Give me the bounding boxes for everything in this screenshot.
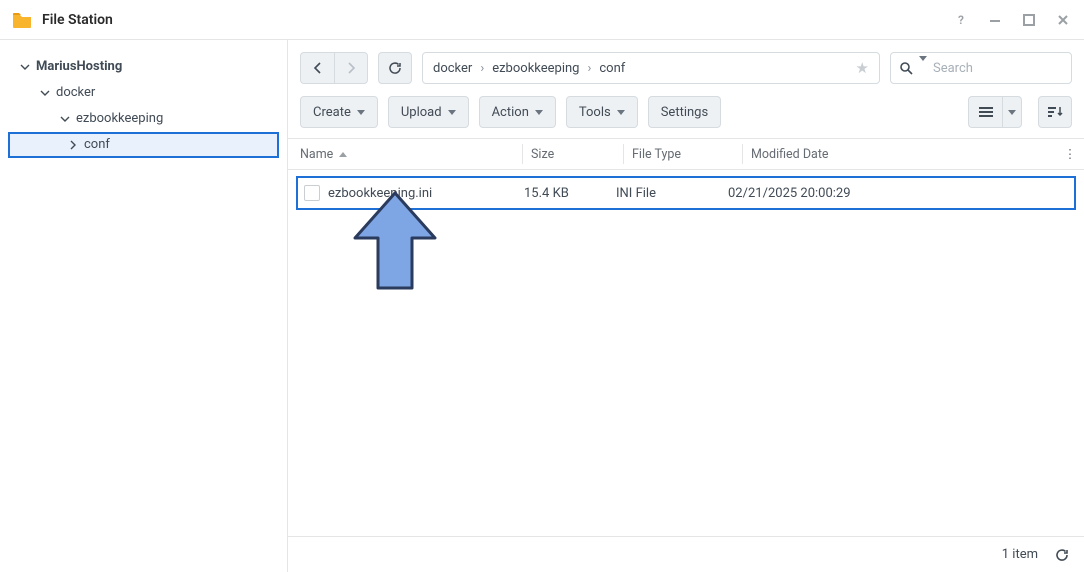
search-icon — [899, 61, 913, 75]
tree-item-ezbookkeeping[interactable]: ezbookkeeping — [0, 106, 287, 132]
column-label: File Type — [632, 147, 681, 162]
search-input[interactable] — [933, 61, 1084, 76]
button-label: Upload — [401, 105, 442, 120]
row-checkbox[interactable] — [304, 185, 320, 201]
column-separator — [623, 144, 624, 164]
status-bar: 1 item — [288, 536, 1084, 572]
chevron-down-icon — [1008, 110, 1016, 115]
file-row[interactable]: ezbookkeeping.ini 15.4 KB INI File 02/21… — [298, 178, 1074, 208]
file-list-header: Name Size File Type Modified Date ⋮ — [288, 138, 1084, 170]
file-name: ezbookkeeping.ini — [328, 186, 524, 201]
star-icon[interactable]: ★ — [856, 59, 869, 77]
breadcrumb[interactable]: docker › ezbookkeeping › conf ★ — [422, 52, 880, 84]
view-mode-group — [968, 96, 1022, 128]
app-title: File Station — [42, 12, 952, 28]
tree-item-label: docker — [56, 80, 95, 106]
tree-root[interactable]: MariusHosting — [0, 54, 287, 80]
view-mode-dropdown[interactable] — [1002, 96, 1022, 128]
file-modified: 02/21/2025 20:00:29 — [728, 186, 1074, 201]
sort-asc-icon — [339, 152, 347, 157]
view-list-button[interactable] — [968, 96, 1002, 128]
column-menu-button[interactable]: ⋮ — [1056, 146, 1084, 162]
file-panel: docker › ezbookkeeping › conf ★ Create — [288, 40, 1084, 572]
column-header-name[interactable]: Name — [300, 147, 522, 162]
chevron-down-icon[interactable] — [40, 88, 50, 98]
nav-buttons — [300, 52, 368, 84]
column-header-size[interactable]: Size — [531, 147, 623, 162]
chevron-right-icon: › — [480, 61, 484, 76]
button-label: Create — [313, 105, 351, 120]
close-icon[interactable] — [1054, 11, 1072, 29]
svg-text:?: ? — [958, 13, 964, 27]
folder-tree: MariusHosting docker ezbookkeeping conf — [0, 40, 288, 572]
button-label: Settings — [661, 105, 708, 120]
chevron-down-icon[interactable] — [20, 62, 30, 72]
chevron-right-icon[interactable] — [68, 140, 78, 150]
tree-item-docker[interactable]: docker — [0, 80, 287, 106]
column-label: Name — [300, 147, 333, 162]
column-header-modified[interactable]: Modified Date — [751, 147, 1056, 162]
chevron-down-icon[interactable] — [919, 61, 927, 76]
path-segment[interactable]: conf — [599, 61, 625, 76]
column-label: Modified Date — [751, 147, 829, 162]
app-folder-icon — [12, 10, 32, 30]
chevron-right-icon: › — [587, 61, 591, 76]
path-segment[interactable]: docker — [433, 61, 472, 76]
chevron-down-icon — [535, 110, 543, 115]
button-label: Tools — [579, 105, 611, 120]
action-button[interactable]: Action — [479, 96, 556, 128]
column-header-type[interactable]: File Type — [632, 147, 742, 162]
minimize-icon[interactable] — [986, 11, 1004, 29]
chevron-down-icon — [448, 110, 456, 115]
maximize-icon[interactable] — [1020, 11, 1038, 29]
upload-button[interactable]: Upload — [388, 96, 469, 128]
titlebar: File Station ? — [0, 0, 1084, 40]
tools-button[interactable]: Tools — [566, 96, 638, 128]
help-icon[interactable]: ? — [952, 11, 970, 29]
column-separator — [742, 144, 743, 164]
file-size: 15.4 KB — [524, 186, 616, 201]
tree-item-label: conf — [84, 132, 110, 158]
window-controls: ? — [952, 11, 1072, 29]
column-separator — [522, 144, 523, 164]
nav-refresh-button[interactable] — [378, 52, 412, 84]
chevron-down-icon[interactable] — [60, 114, 70, 124]
sort-button[interactable] — [1038, 96, 1072, 128]
search-field[interactable] — [890, 52, 1072, 84]
nav-forward-button[interactable] — [334, 52, 368, 84]
tree-item-conf[interactable]: conf — [8, 132, 279, 158]
file-type: INI File — [616, 186, 728, 201]
nav-toolbar: docker › ezbookkeeping › conf ★ — [288, 40, 1084, 90]
create-button[interactable]: Create — [300, 96, 378, 128]
column-label: Size — [531, 147, 554, 162]
item-count: 1 item — [1002, 547, 1038, 562]
status-refresh-button[interactable] — [1054, 547, 1070, 563]
path-segment[interactable]: ezbookkeeping — [492, 61, 579, 76]
settings-button[interactable]: Settings — [648, 96, 721, 128]
nav-back-button[interactable] — [300, 52, 334, 84]
file-row-highlight: ezbookkeeping.ini 15.4 KB INI File 02/21… — [296, 176, 1076, 210]
chevron-down-icon — [357, 110, 365, 115]
tree-item-label: ezbookkeeping — [76, 106, 163, 132]
tree-root-label: MariusHosting — [36, 54, 122, 80]
chevron-down-icon — [617, 110, 625, 115]
action-toolbar: Create Upload Action Tools Settings — [288, 90, 1084, 138]
button-label: Action — [492, 105, 529, 120]
